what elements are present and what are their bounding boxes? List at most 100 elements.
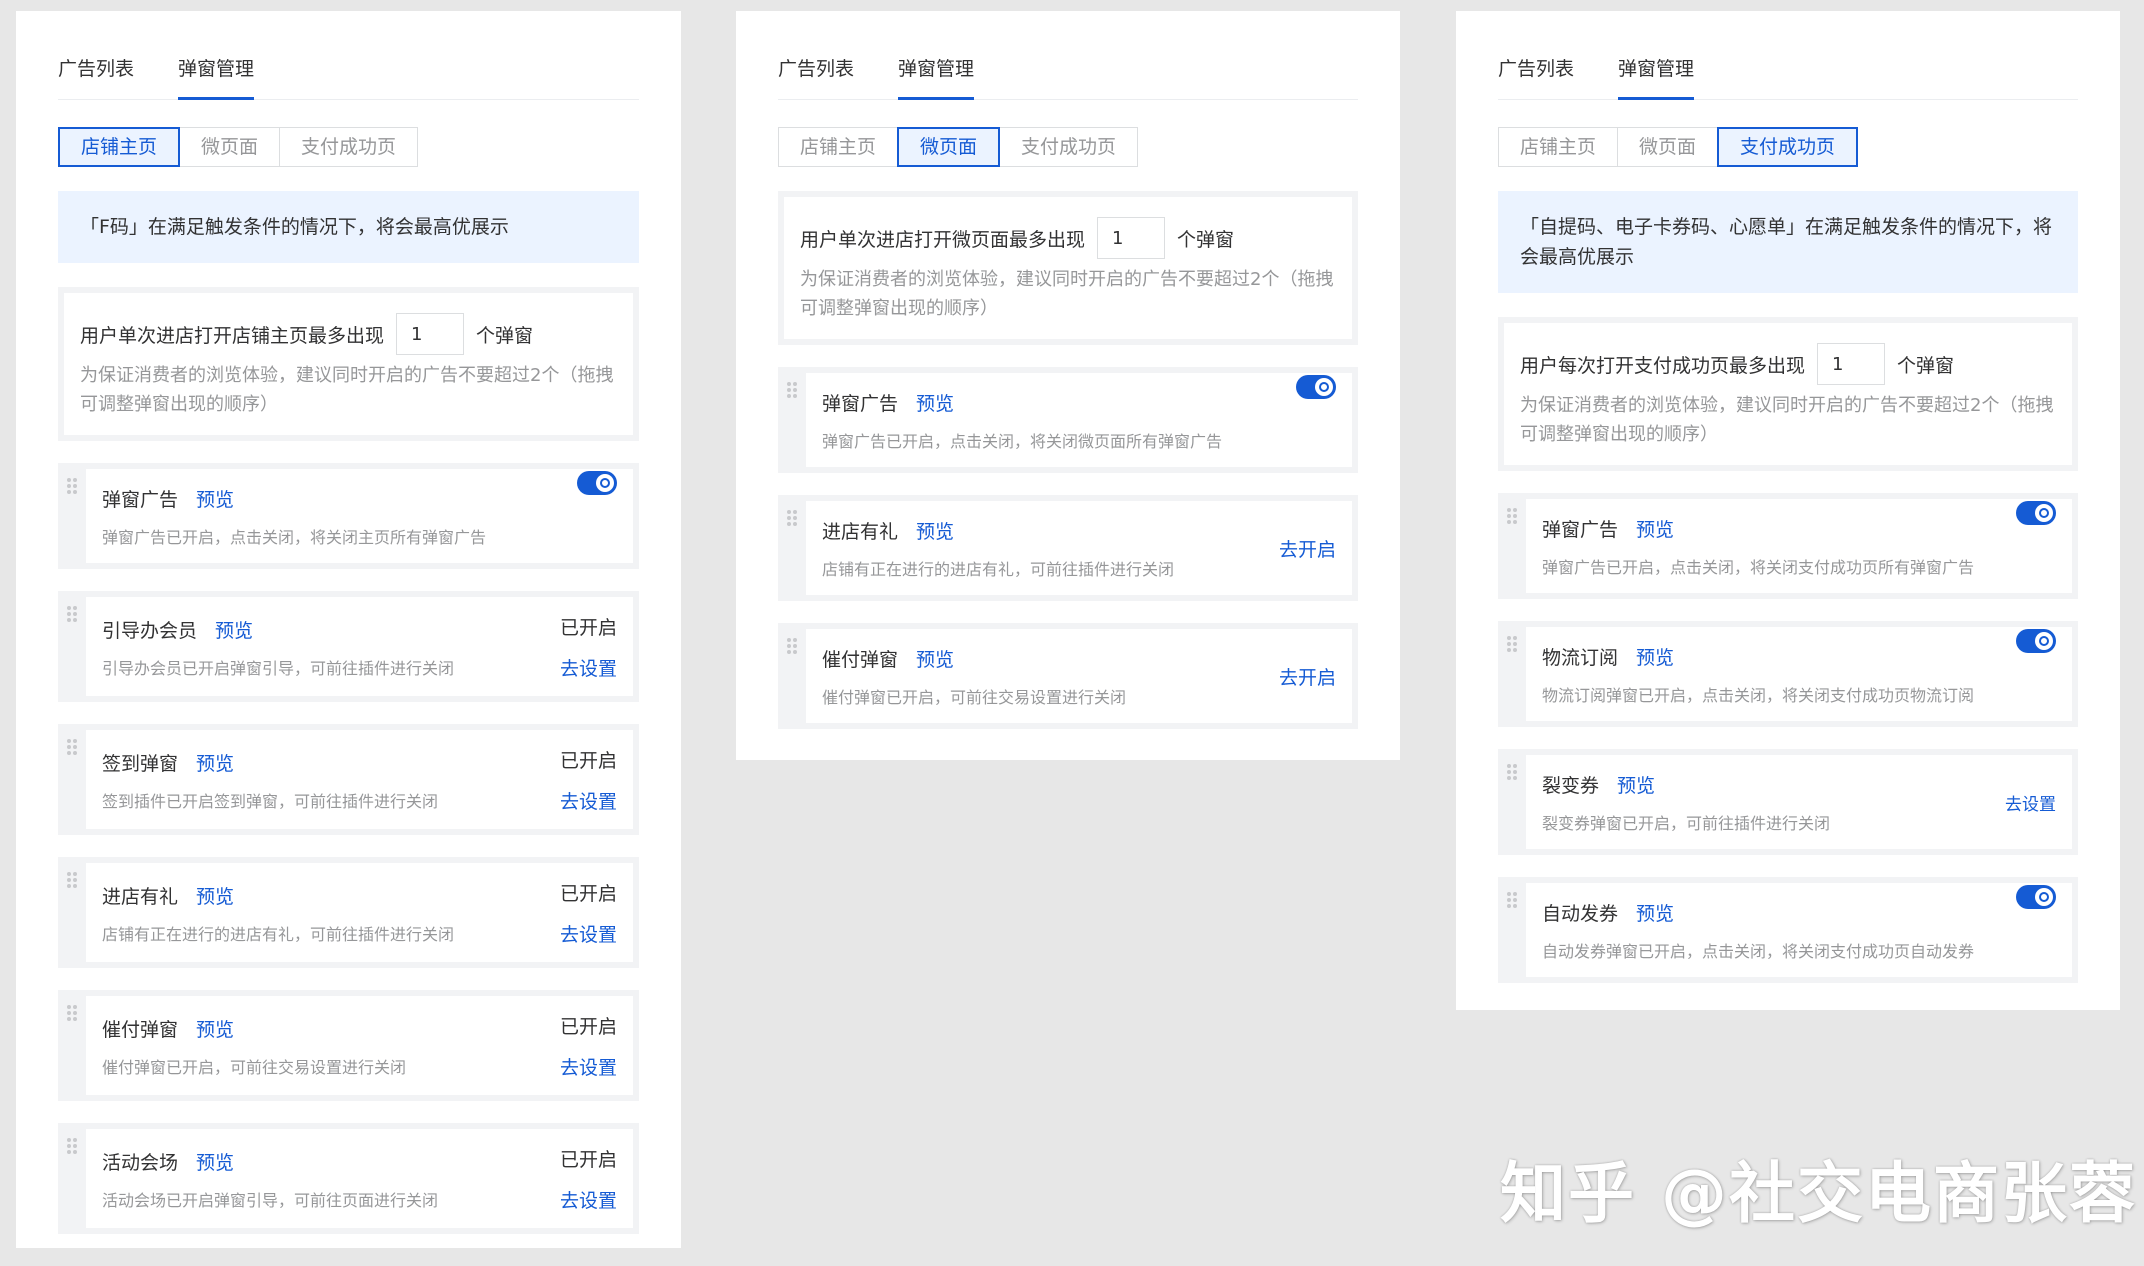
segment-shop-home[interactable]: 店铺主页: [1498, 127, 1619, 167]
top-tabs: 广告列表 弹窗管理: [1498, 11, 2078, 100]
status-text: 已开启: [559, 750, 617, 772]
segment-shop-home[interactable]: 店铺主页: [58, 127, 181, 167]
go-enable-link[interactable]: 去开启: [1279, 535, 1336, 562]
item-title: 自动发券: [1542, 903, 1619, 925]
preview-link[interactable]: 预览: [1636, 647, 1674, 669]
preview-link[interactable]: 预览: [916, 393, 954, 415]
go-setting-link[interactable]: 去设置: [2005, 790, 2056, 815]
popup-item-payment-reminder: 催付弹窗 预览 催付弹窗已开启，可前往交易设置进行关闭 已开启 去设置: [58, 990, 639, 1101]
popup-limit-input[interactable]: [396, 313, 465, 355]
drag-handle-icon[interactable]: [58, 863, 86, 962]
priority-notice: 「F码」在满足触发条件的情况下，将会最高优展示: [58, 191, 639, 263]
item-desc: 活动会场已开启弹窗引导，可前往页面进行关闭: [102, 1190, 439, 1210]
tab-popup-management[interactable]: 弹窗管理: [178, 11, 255, 100]
go-setting-link[interactable]: 去设置: [560, 787, 617, 814]
drag-handle-icon[interactable]: [58, 996, 86, 1095]
item-title: 活动会场: [102, 1151, 179, 1174]
segment-payment-success[interactable]: 支付成功页: [279, 127, 419, 167]
preview-link[interactable]: 预览: [196, 753, 234, 775]
item-desc: 物流订阅弹窗已开启，点击关闭，将关闭支付成功页物流订阅: [1542, 686, 1975, 705]
page-segment-control: 店铺主页 微页面 支付成功页: [58, 127, 639, 167]
segment-micro-page[interactable]: 微页面: [1617, 127, 1719, 167]
preview-link[interactable]: 预览: [196, 886, 234, 908]
drag-handle-icon[interactable]: [778, 501, 806, 595]
limit-label: 用户单次进店打开店铺主页最多出现: [80, 324, 385, 347]
enable-toggle[interactable]: [577, 471, 617, 495]
item-title: 进店有礼: [102, 885, 179, 908]
popup-limit-box: 用户单次进店打开店铺主页最多出现 个弹窗 为保证消费者的浏览体验，建议同时开启的…: [58, 287, 639, 441]
preview-link[interactable]: 预览: [916, 521, 954, 543]
popup-limit-box: 用户每次打开支付成功页最多出现 个弹窗 为保证消费者的浏览体验，建议同时开启的广…: [1498, 317, 2078, 471]
top-tabs: 广告列表 弹窗管理: [778, 11, 1358, 100]
popup-limit-input[interactable]: [1097, 217, 1166, 259]
item-title: 签到弹窗: [102, 752, 179, 775]
enable-toggle[interactable]: [2016, 501, 2056, 525]
page-segment-control: 店铺主页 微页面 支付成功页: [778, 127, 1358, 167]
item-title: 引导办会员: [102, 619, 198, 642]
limit-label: 用户单次进店打开微页面最多出现: [800, 228, 1086, 251]
drag-handle-icon[interactable]: [1498, 627, 1526, 721]
item-desc: 自动发券弹窗已开启，点击关闭，将关闭支付成功页自动发券: [1542, 942, 1975, 961]
limit-unit: 个弹窗: [1177, 228, 1235, 251]
enable-toggle[interactable]: [2016, 629, 2056, 653]
go-enable-link[interactable]: 去开启: [1279, 663, 1336, 690]
popup-item-welcome-gift: 进店有礼 预览 店铺有正在进行的进店有礼，可前往插件进行关闭 去开启: [778, 495, 1358, 601]
preview-link[interactable]: 预览: [196, 489, 234, 511]
item-desc: 弹窗广告已开启，点击关闭，将关闭微页面所有弹窗广告: [822, 432, 1223, 451]
drag-handle-icon[interactable]: [1498, 883, 1526, 977]
segment-micro-page[interactable]: 微页面: [179, 127, 281, 167]
preview-link[interactable]: 预览: [1636, 519, 1674, 541]
tab-popup-management[interactable]: 弹窗管理: [1618, 11, 1695, 100]
drag-handle-icon[interactable]: [778, 373, 806, 467]
drag-handle-icon[interactable]: [58, 730, 86, 829]
drag-handle-icon[interactable]: [58, 597, 86, 696]
drag-handle-icon[interactable]: [778, 629, 806, 723]
limit-unit: 个弹窗: [476, 324, 534, 347]
segment-payment-success[interactable]: 支付成功页: [1717, 127, 1859, 167]
segment-micro-page[interactable]: 微页面: [897, 127, 1001, 167]
tab-popup-management[interactable]: 弹窗管理: [898, 11, 975, 100]
preview-link[interactable]: 预览: [196, 1019, 234, 1041]
item-desc: 店铺有正在进行的进店有礼，可前往插件进行关闭: [102, 924, 455, 944]
segment-shop-home[interactable]: 店铺主页: [778, 127, 899, 167]
preview-link[interactable]: 预览: [916, 649, 954, 671]
preview-link[interactable]: 预览: [1636, 903, 1674, 925]
drag-handle-icon[interactable]: [1498, 499, 1526, 593]
item-desc: 催付弹窗已开启，可前往交易设置进行关闭: [822, 688, 1127, 707]
popup-item-fission-coupon: 裂变券 预览 裂变券弹窗已开启，可前往插件进行关闭 去设置: [1498, 749, 2078, 855]
item-desc: 催付弹窗已开启，可前往交易设置进行关闭: [102, 1057, 407, 1077]
preview-link[interactable]: 预览: [196, 1152, 234, 1174]
frame-micro-page: 广告列表 弹窗管理 店铺主页 微页面 支付成功页 用户单次进店打开微页面最多出现…: [736, 11, 1400, 760]
item-desc: 签到插件已开启签到弹窗，可前往插件进行关闭: [102, 791, 439, 811]
frame-payment-success: 广告列表 弹窗管理 店铺主页 微页面 支付成功页 「自提码、电子卡券码、心愿单」…: [1456, 11, 2120, 1010]
status-text: 已开启: [559, 883, 617, 905]
popup-item-payment-reminder: 催付弹窗 预览 催付弹窗已开启，可前往交易设置进行关闭 去开启: [778, 623, 1358, 729]
go-setting-link[interactable]: 去设置: [560, 1053, 617, 1080]
segment-payment-success[interactable]: 支付成功页: [999, 127, 1139, 167]
tab-ad-list[interactable]: 广告列表: [58, 11, 134, 99]
enable-toggle[interactable]: [1296, 375, 1336, 399]
preview-link[interactable]: 预览: [215, 620, 253, 642]
status-text: 已开启: [559, 1016, 617, 1038]
go-setting-link[interactable]: 去设置: [560, 920, 617, 947]
priority-notice: 「自提码、电子卡券码、心愿单」在满足触发条件的情况下，将会最高优展示: [1498, 191, 2078, 293]
enable-toggle[interactable]: [2016, 885, 2056, 909]
popup-item-logistics: 物流订阅 预览 物流订阅弹窗已开启，点击关闭，将关闭支付成功页物流订阅: [1498, 621, 2078, 727]
popup-limit-input[interactable]: [1817, 343, 1886, 385]
popup-item-ad: 弹窗广告 预览 弹窗广告已开启，点击关闭，将关闭支付成功页所有弹窗广告: [1498, 493, 2078, 599]
tab-ad-list[interactable]: 广告列表: [778, 11, 854, 99]
item-desc: 引导办会员已开启弹窗引导，可前往插件进行关闭: [102, 658, 455, 678]
popup-item-checkin: 签到弹窗 预览 签到插件已开启签到弹窗，可前往插件进行关闭 已开启 去设置: [58, 724, 639, 835]
top-tabs: 广告列表 弹窗管理: [58, 11, 639, 100]
item-title: 物流订阅: [1542, 647, 1619, 669]
item-title: 裂变券: [1542, 775, 1600, 797]
drag-handle-icon[interactable]: [1498, 755, 1526, 849]
drag-handle-icon[interactable]: [58, 1129, 86, 1228]
item-desc: 弹窗广告已开启，点击关闭，将关闭支付成功页所有弹窗广告: [1542, 558, 1975, 577]
tab-ad-list[interactable]: 广告列表: [1498, 11, 1574, 99]
drag-handle-icon[interactable]: [58, 469, 86, 563]
preview-link[interactable]: 预览: [1617, 775, 1655, 797]
popup-item-ad: 弹窗广告 预览 弹窗广告已开启，点击关闭，将关闭主页所有弹窗广告: [58, 463, 639, 569]
go-setting-link[interactable]: 去设置: [560, 654, 617, 681]
go-setting-link[interactable]: 去设置: [560, 1186, 617, 1213]
